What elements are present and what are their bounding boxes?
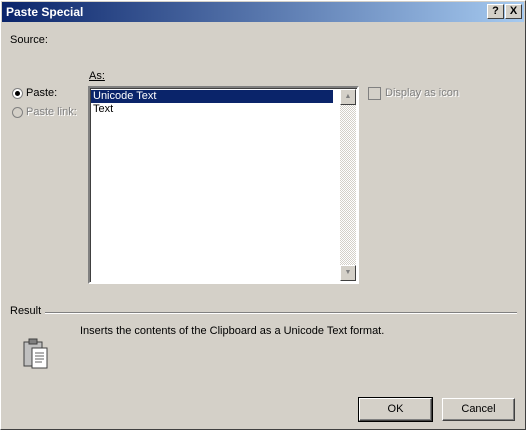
cancel-button[interactable]: Cancel [442, 398, 515, 421]
close-button[interactable]: X [505, 4, 522, 19]
title-bar[interactable]: Paste Special ? X [2, 2, 524, 22]
paste-link-radio[interactable] [12, 107, 23, 118]
ok-button[interactable]: OK [358, 397, 433, 422]
paste-radio-label[interactable]: Paste: [26, 87, 57, 99]
list-scrollbar[interactable]: ▲ ▼ [340, 89, 356, 281]
source-label: Source: [10, 34, 48, 46]
display-as-icon-checkbox[interactable] [368, 87, 381, 100]
as-label: As: [89, 70, 105, 82]
paste-radio[interactable] [12, 88, 23, 99]
dialog-title: Paste Special [6, 5, 84, 19]
result-divider [45, 312, 517, 314]
display-as-icon-label: Display as icon [385, 87, 459, 99]
as-format-list[interactable]: Unicode Text Text ▲ ▼ [88, 86, 359, 284]
scroll-up-arrow-icon[interactable]: ▲ [340, 89, 356, 105]
result-label: Result [10, 305, 42, 317]
list-item[interactable]: Unicode Text [91, 90, 333, 103]
paste-link-radio-label[interactable]: Paste link: [26, 106, 77, 118]
result-description: Inserts the contents of the Clipboard as… [80, 325, 385, 337]
list-item[interactable]: Text [91, 103, 113, 116]
clipboard-paste-icon [23, 338, 48, 369]
paste-special-dialog: Paste Special ? X Source: As: Paste: Pas… [0, 0, 526, 430]
scroll-down-arrow-icon[interactable]: ▼ [340, 265, 356, 281]
help-button[interactable]: ? [487, 4, 504, 19]
